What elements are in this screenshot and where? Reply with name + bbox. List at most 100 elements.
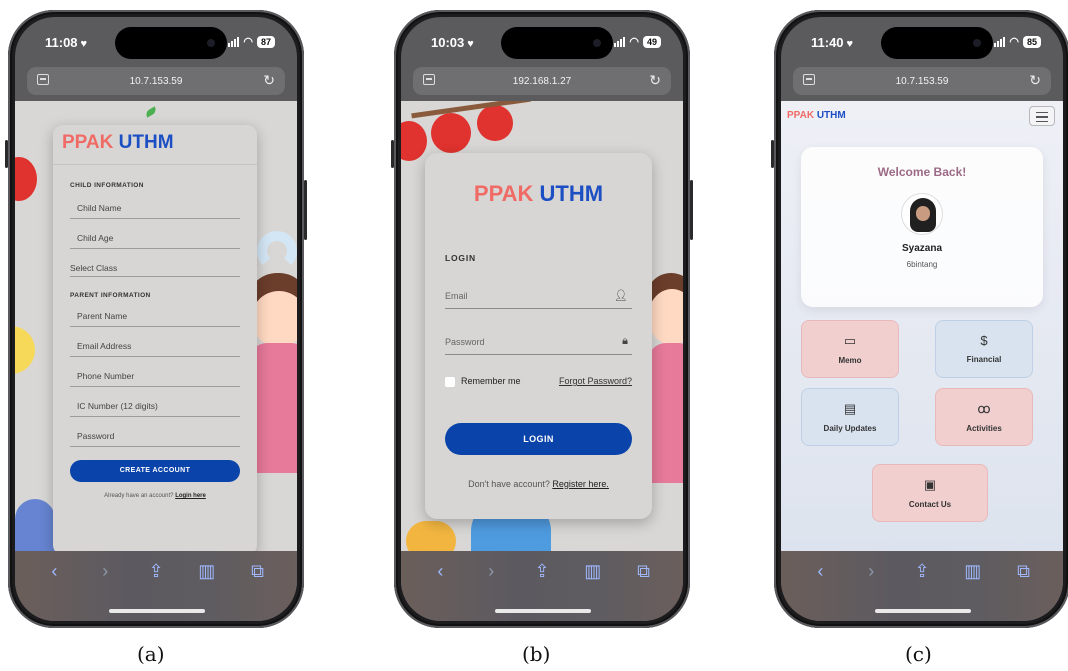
home-indicator [109, 609, 205, 613]
dollar-icon: $ [980, 333, 988, 348]
address-bar[interactable]: 192.168.1.27 ↻ [413, 67, 671, 95]
register-card: PPAK UTHM CHILD INFORMATION Child Name C… [53, 125, 257, 551]
user-class: 6bintang [906, 260, 938, 269]
hamburger-menu-icon[interactable] [1029, 106, 1055, 126]
lock-icon: 🔒︎ [622, 335, 628, 347]
battery-icon: 87 [256, 35, 275, 48]
logo[interactable]: PPAK UTHM [787, 110, 846, 121]
remember-row: Remember me Forgot Password? [445, 376, 632, 387]
apple-decoration [15, 157, 37, 201]
back-icon[interactable]: ‹ [425, 561, 455, 621]
wifi-icon: ◠ [629, 36, 639, 48]
top-navbar: PPAK UTHM [781, 101, 1063, 131]
password-input[interactable]: Password 🔒︎ [445, 325, 632, 355]
caption-c: (c) [905, 642, 932, 666]
logo: PPAK UTHM [53, 125, 257, 165]
status-icons: ◠ 85 [994, 35, 1041, 48]
email-input[interactable]: Email 👤︎ [445, 279, 632, 309]
email-field[interactable]: Email Address [70, 327, 240, 357]
login-page: PPAK UTHM LOGIN Email 👤︎ Password 🔒︎ Rem… [401, 101, 683, 551]
register-page: PPAK UTHM CHILD INFORMATION Child Name C… [15, 101, 297, 551]
select-class-dropdown[interactable]: Select Class [70, 249, 240, 277]
login-button[interactable]: LOGIN [445, 422, 632, 455]
status-bar: 11:40 ♥ ◠ 85 [781, 17, 1063, 67]
password-field[interactable]: Password [70, 417, 240, 447]
reload-icon[interactable]: ↻ [1029, 72, 1041, 89]
activities-tile[interactable]: ꝏ Activities [935, 388, 1033, 446]
apple-decoration [431, 113, 471, 153]
page-menu-icon[interactable] [37, 74, 49, 85]
contact-card-icon: ▣ [923, 477, 937, 492]
back-icon[interactable]: ‹ [39, 561, 69, 621]
home-indicator [875, 609, 971, 613]
page-menu-icon[interactable] [423, 74, 435, 85]
checkbox-icon[interactable] [445, 376, 455, 387]
login-link[interactable]: Login here [175, 493, 206, 499]
user-icon: 👤︎ [614, 290, 628, 302]
status-icons: ◠ 49 [614, 35, 661, 48]
url-text: 10.7.153.59 [895, 75, 949, 87]
child-name-field[interactable]: Child Name [70, 189, 240, 219]
avatar [901, 193, 943, 235]
phone-frame-register: 11:08 ♥ ◠ 87 10.7.153.59 ↻ PPAK UTHM CHI… [5, 10, 307, 628]
logo: PPAK UTHM [473, 181, 604, 206]
battery-icon: 85 [1022, 35, 1041, 48]
back-icon[interactable]: ‹ [805, 561, 835, 621]
document-icon: ▤ [843, 401, 857, 416]
screen-login: 10:03 ♥ ◠ 49 192.168.1.27 ↻ PPAK UTHM LO… [401, 17, 683, 621]
child-info-heading: CHILD INFORMATION [70, 182, 144, 189]
ic-number-field[interactable]: IC Number (12 digits) [70, 387, 240, 417]
status-icons: ◠ 87 [228, 35, 275, 48]
child-age-field[interactable]: Child Age [70, 219, 240, 249]
reload-icon[interactable]: ↻ [263, 72, 275, 89]
apple-decoration [401, 121, 427, 161]
phone-frame-dashboard: 11:40 ♥ ◠ 85 10.7.153.59 ↻ PPAK UTHM Welc… [771, 10, 1068, 628]
login-card: PPAK UTHM LOGIN Email 👤︎ Password 🔒︎ Rem… [425, 153, 652, 519]
address-bar[interactable]: 10.7.153.59 ↻ [793, 67, 1051, 95]
calendar-icon: ▭ [843, 333, 857, 348]
signal-icon [228, 36, 240, 47]
phone-frame-login: 10:03 ♥ ◠ 49 192.168.1.27 ↻ PPAK UTHM LO… [391, 10, 693, 628]
status-time: 11:08 ♥ [45, 35, 88, 50]
battery-icon: 49 [642, 35, 661, 48]
signal-icon [614, 36, 626, 47]
memo-tile[interactable]: ▭ Memo [801, 320, 899, 378]
status-bar: 10:03 ♥ ◠ 49 [401, 17, 683, 67]
url-text: 192.168.1.27 [512, 75, 572, 87]
dynamic-island [115, 27, 227, 59]
caption-b: (b) [522, 642, 551, 666]
status-time: 10:03 ♥ [431, 35, 474, 50]
apple-decoration [477, 105, 513, 141]
remember-me-checkbox[interactable]: Remember me [445, 376, 521, 387]
reload-icon[interactable]: ↻ [649, 72, 661, 89]
contact-us-tile[interactable]: ▣ Contact Us [872, 464, 988, 522]
login-prompt: Already have an account? Login here [104, 493, 206, 499]
people-icon: ꝏ [977, 401, 991, 416]
screen-dashboard: 11:40 ♥ ◠ 85 10.7.153.59 ↻ PPAK UTHM Welc… [781, 17, 1063, 621]
address-bar[interactable]: 10.7.153.59 ↻ [27, 67, 285, 95]
welcome-card: Welcome Back! Syazana 6bintang [801, 147, 1043, 307]
create-account-button[interactable]: CREATE ACCOUNT [70, 460, 240, 482]
status-bar: 11:08 ♥ ◠ 87 [15, 17, 297, 67]
heart-icon: ♥ [846, 38, 854, 50]
dynamic-island [501, 27, 613, 59]
caption-a: (a) [137, 642, 165, 666]
tabs-icon[interactable]: ⧉ [1009, 561, 1039, 621]
daily-updates-tile[interactable]: ▤ Daily Updates [801, 388, 899, 446]
register-link[interactable]: Register here. [552, 479, 609, 489]
login-heading: LOGIN [445, 253, 476, 263]
page-menu-icon[interactable] [803, 74, 815, 85]
email-placeholder: Email [445, 291, 468, 301]
tabs-icon[interactable]: ⧉ [243, 561, 273, 621]
wifi-icon: ◠ [1009, 36, 1019, 48]
financial-tile[interactable]: $ Financial [935, 320, 1033, 378]
parent-name-field[interactable]: Parent Name [70, 297, 240, 327]
forgot-password-link[interactable]: Forgot Password? [559, 376, 632, 387]
phone-field[interactable]: Phone Number [70, 357, 240, 387]
screen-register: 11:08 ♥ ◠ 87 10.7.153.59 ↻ PPAK UTHM CHI… [15, 17, 297, 621]
heart-icon: ♥ [467, 38, 474, 50]
home-indicator [495, 609, 591, 613]
url-text: 10.7.153.59 [129, 75, 183, 87]
user-name: Syazana [901, 243, 943, 254]
tabs-icon[interactable]: ⧉ [629, 561, 659, 621]
